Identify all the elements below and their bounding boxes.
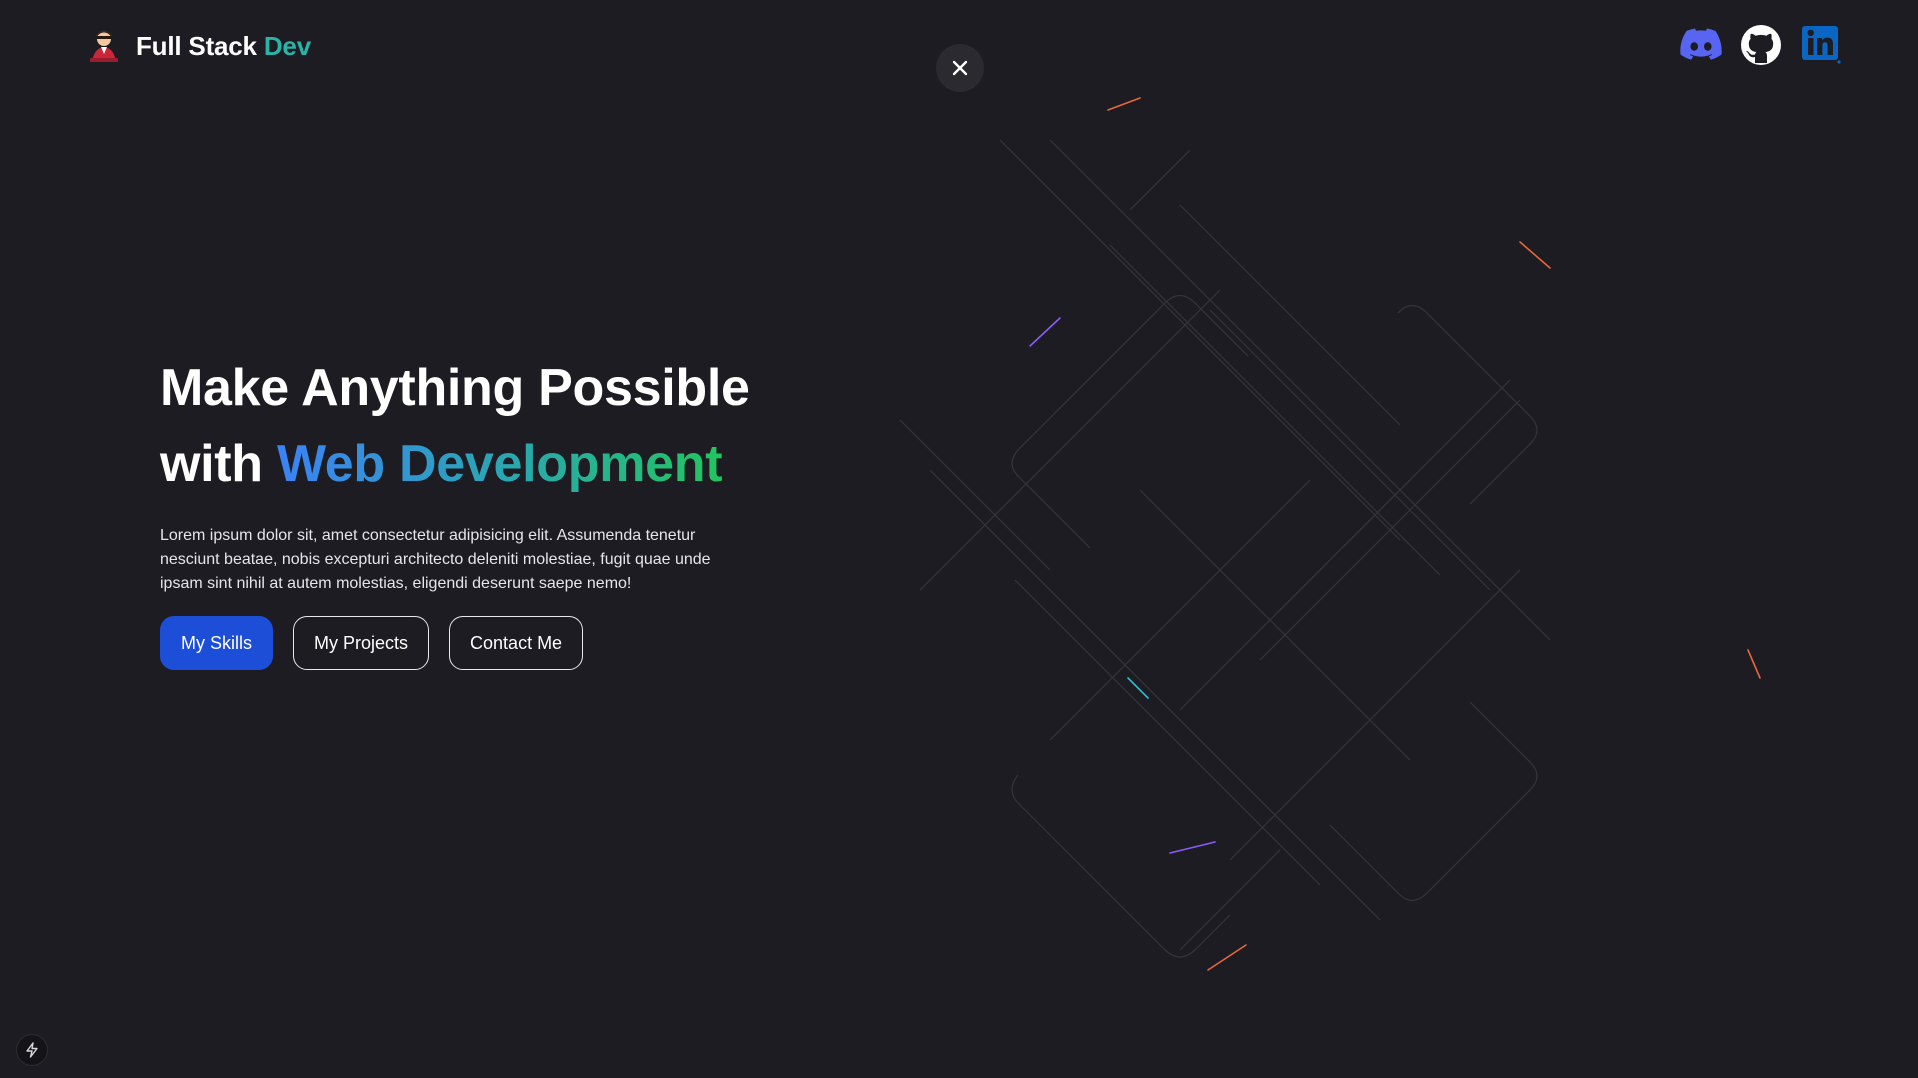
brand[interactable]: Full Stack Dev <box>86 28 311 64</box>
my-skills-button[interactable]: My Skills <box>160 616 273 670</box>
github-icon <box>1741 25 1781 65</box>
close-button[interactable] <box>936 44 984 92</box>
linkedin-link[interactable] <box>1800 24 1842 66</box>
social-links <box>1680 24 1842 66</box>
brand-name: Full Stack Dev <box>136 30 311 61</box>
github-link[interactable] <box>1740 24 1782 66</box>
page: Full Stack Dev Make Anything Possible wi… <box>0 0 1918 1078</box>
dev-indicator-button[interactable] <box>16 1034 48 1066</box>
hero-title-line1: Make Anything Possible <box>160 359 750 417</box>
my-projects-button[interactable]: My Projects <box>293 616 430 670</box>
hero-description: Lorem ipsum dolor sit, amet consectetur … <box>160 527 711 592</box>
bolt-icon <box>26 1042 38 1058</box>
hero-title: Make Anything Possible with Web Developm… <box>160 350 880 502</box>
hero-buttons: My Skills My Projects Contact Me <box>160 616 880 670</box>
discord-link[interactable] <box>1680 24 1722 66</box>
linkedin-icon <box>1802 26 1841 64</box>
background-grid-pattern <box>900 97 1761 971</box>
close-icon <box>952 60 968 76</box>
hero-section: Make Anything Possible with Web Developm… <box>160 350 880 670</box>
developer-avatar-icon <box>90 30 118 62</box>
hero-title-highlight: Web Development <box>276 435 723 493</box>
hero-title-prefix: with <box>160 435 263 493</box>
brand-accent: Dev <box>263 30 311 61</box>
contact-me-button[interactable]: Contact Me <box>449 616 584 670</box>
grid-lines <box>900 139 1551 958</box>
discord-icon <box>1680 28 1722 60</box>
